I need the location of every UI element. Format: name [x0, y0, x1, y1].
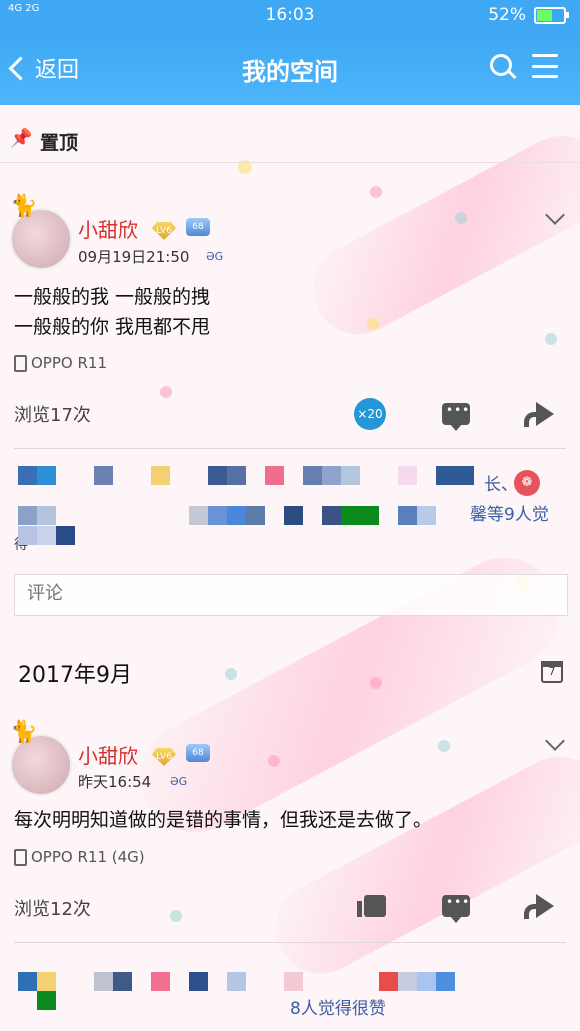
forward-icon[interactable]: [524, 894, 554, 919]
username[interactable]: 小甜欣: [78, 740, 138, 769]
liker-avatars-mosaic: [18, 466, 488, 485]
pinned-label: 置顶: [40, 132, 79, 154]
divider: [14, 448, 566, 449]
comment-input[interactable]: [15, 575, 559, 612]
device-label: OPPO R11: [14, 354, 107, 372]
phone-icon: [14, 848, 27, 866]
avatar[interactable]: 🐈: [10, 720, 72, 796]
share-count-badge[interactable]: ×20: [354, 398, 386, 430]
liker-avatars-mosaic-2: [18, 506, 468, 525]
phone-icon: [14, 354, 27, 372]
avatar[interactable]: 🐈: [10, 194, 72, 270]
pinned-header: 📌 置顶: [0, 118, 580, 163]
cat-icon: 🐈: [10, 720, 38, 745]
post-time: 09月19日21:50: [78, 248, 190, 266]
month-header: 2017年9月: [18, 663, 132, 688]
chevron-down-icon[interactable]: [545, 731, 565, 751]
post-time: 昨天16:54: [78, 773, 152, 791]
liker-avatars-mosaic-3: [18, 526, 78, 545]
thumbs-up-icon[interactable]: [357, 895, 386, 917]
comment-icon[interactable]: [442, 895, 470, 923]
battery-percent: 52%: [488, 5, 526, 25]
view-count: 浏览17次: [14, 405, 91, 426]
view-count: 浏览12次: [14, 899, 91, 920]
level-badge-icon: LV6: [152, 222, 176, 240]
device-label: OPPO R11 (4G): [14, 848, 145, 866]
liker-avatars-mosaic: [18, 972, 538, 1010]
comment-icon[interactable]: [442, 403, 470, 431]
username[interactable]: 小甜欣: [78, 214, 138, 243]
cat-icon: 🐈: [10, 194, 38, 219]
comment-input-box[interactable]: [14, 574, 568, 616]
likes-summary[interactable]: 8人觉得很赞: [290, 994, 386, 1019]
heart-icon: ❁: [514, 470, 540, 496]
menu-icon[interactable]: [532, 54, 558, 78]
forward-icon[interactable]: [524, 402, 554, 427]
pin-icon: 📌: [10, 128, 33, 149]
post-content: 一般般的我 一般般的拽 一般般的你 我甩都不甩: [14, 286, 211, 338]
post-content: 每次明明知道做的是错的事情，但我还是去做了。: [14, 809, 433, 831]
status-bar: 4G 2G 16:03 52%: [0, 0, 580, 32]
divider: [14, 942, 566, 943]
time-tag: ƏG: [170, 775, 188, 788]
battery-icon: [534, 6, 569, 24]
likes-summary[interactable]: 馨等9人觉: [470, 500, 549, 525]
calendar-icon[interactable]: 7: [541, 661, 563, 683]
vip-badge-icon: 68: [186, 218, 210, 236]
search-icon[interactable]: [490, 54, 512, 76]
vip-badge-icon: 68: [186, 744, 210, 762]
title-bar: 返回 我的空间: [0, 32, 580, 105]
time-tag: ƏG: [206, 250, 224, 263]
likes-fragment: 长、: [484, 475, 518, 495]
